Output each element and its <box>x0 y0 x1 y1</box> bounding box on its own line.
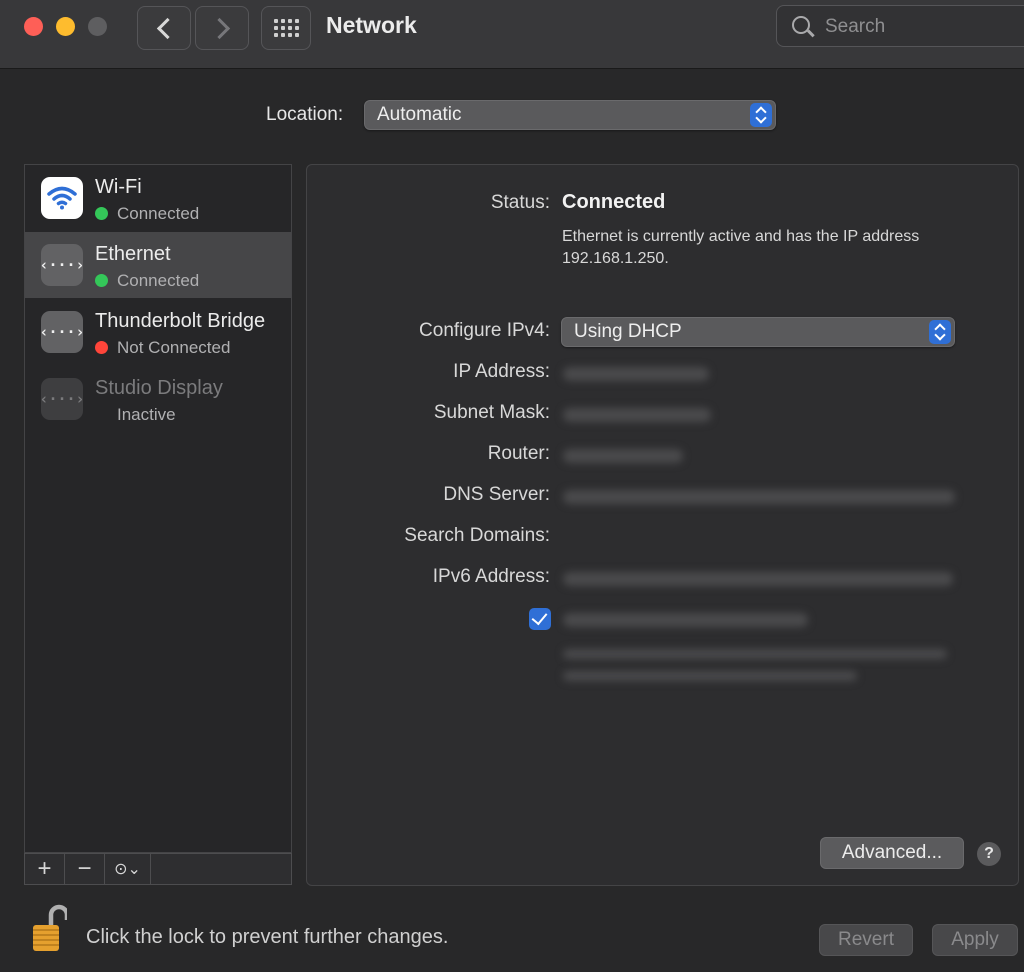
dns-server-label: DNS Server: <box>443 484 550 505</box>
revert-button[interactable]: Revert <box>819 924 913 956</box>
service-item-studio-display[interactable]: ‹···› Studio Display Inactive <box>25 366 291 432</box>
chevron-right-icon <box>208 17 230 39</box>
status-description: Ethernet is currently active and has the… <box>562 228 920 267</box>
checkbox-help-redacted <box>563 649 947 659</box>
configure-ipv4-value: Using DHCP <box>574 321 682 342</box>
service-list-toolbar: + − ⊙⌄ <box>24 853 292 885</box>
service-item-thunderbolt-bridge[interactable]: ‹···› Thunderbolt Bridge Not Connected <box>25 299 291 365</box>
forward-button[interactable] <box>195 6 249 50</box>
lock-message: Click the lock to prevent further change… <box>86 926 449 948</box>
status-dot-red <box>95 341 108 354</box>
detail-panel: Status: Connected Ethernet is currently … <box>306 164 1019 886</box>
show-all-button[interactable] <box>261 6 311 50</box>
service-name: Thunderbolt Bridge <box>95 310 266 332</box>
ipv6-address-value-redacted <box>563 572 953 586</box>
configure-ipv4-popup[interactable]: Using DHCP <box>561 317 955 347</box>
grid-icon <box>273 19 299 37</box>
status-value: Connected <box>562 191 666 213</box>
action-menu-button[interactable]: ⊙⌄ <box>105 854 151 884</box>
service-status: Connected <box>117 271 200 290</box>
service-item-wifi[interactable]: Wi-Fi Connected <box>25 165 291 231</box>
service-name: Ethernet <box>95 243 171 265</box>
wifi-icon <box>41 177 83 219</box>
location-value: Automatic <box>377 104 462 125</box>
network-preferences-window: Network Search Location: Automatic Wi-Fi… <box>0 0 1024 972</box>
subnet-mask-value-redacted <box>563 408 711 422</box>
service-status: Connected <box>117 204 200 223</box>
back-button[interactable] <box>137 6 191 50</box>
service-status: Not Connected <box>117 338 231 357</box>
chevron-left-icon <box>156 17 178 39</box>
updown-chevron-icon <box>750 103 772 127</box>
router-value-redacted <box>563 449 683 463</box>
remove-service-button[interactable]: − <box>65 854 105 884</box>
status-dot-green <box>95 207 108 220</box>
updown-chevron-icon <box>929 320 951 344</box>
status-dot-green <box>95 274 108 287</box>
checkbox-help-redacted <box>563 671 857 681</box>
add-service-button[interactable]: + <box>25 854 65 884</box>
service-item-ethernet[interactable]: ‹···› Ethernet Connected <box>25 232 291 298</box>
checkbox-checked[interactable] <box>529 608 551 630</box>
ip-address-value-redacted <box>563 367 709 381</box>
configure-ipv4-label: Configure IPv4: <box>419 320 550 341</box>
ip-address-label: IP Address: <box>453 361 550 382</box>
close-window-button[interactable] <box>24 17 43 36</box>
search-icon <box>792 16 810 34</box>
search-domains-label: Search Domains: <box>404 525 550 546</box>
router-label: Router: <box>487 443 550 464</box>
window-title: Network <box>326 12 417 38</box>
checkbox-label-redacted <box>563 613 808 627</box>
service-name: Wi-Fi <box>95 176 142 198</box>
status-label: Status: <box>490 192 550 213</box>
search-input[interactable]: Search <box>776 5 1024 47</box>
help-button[interactable]: ? <box>977 842 1001 866</box>
ethernet-icon: ‹···› <box>39 378 85 420</box>
service-name: Studio Display <box>95 377 223 399</box>
service-status: Inactive <box>117 405 176 424</box>
dns-server-value-redacted <box>563 490 955 504</box>
ethernet-icon: ‹···› <box>39 244 85 286</box>
subnet-mask-label: Subnet Mask: <box>433 402 550 423</box>
zoom-window-button[interactable] <box>88 17 107 36</box>
toolbar: Network Search <box>0 0 1024 69</box>
search-placeholder: Search <box>825 16 886 37</box>
unlocked-lock-icon[interactable] <box>31 903 70 953</box>
ethernet-icon: ‹···› <box>39 311 85 353</box>
location-popup[interactable]: Automatic <box>364 100 776 130</box>
ipv6-address-label: IPv6 Address: <box>432 566 550 587</box>
advanced-button[interactable]: Advanced... <box>820 837 964 869</box>
location-label: Location: <box>266 104 344 125</box>
apply-button[interactable]: Apply <box>932 924 1018 956</box>
service-list: Wi-Fi Connected ‹···› Ethernet Connected… <box>24 164 292 853</box>
minimize-window-button[interactable] <box>56 17 75 36</box>
